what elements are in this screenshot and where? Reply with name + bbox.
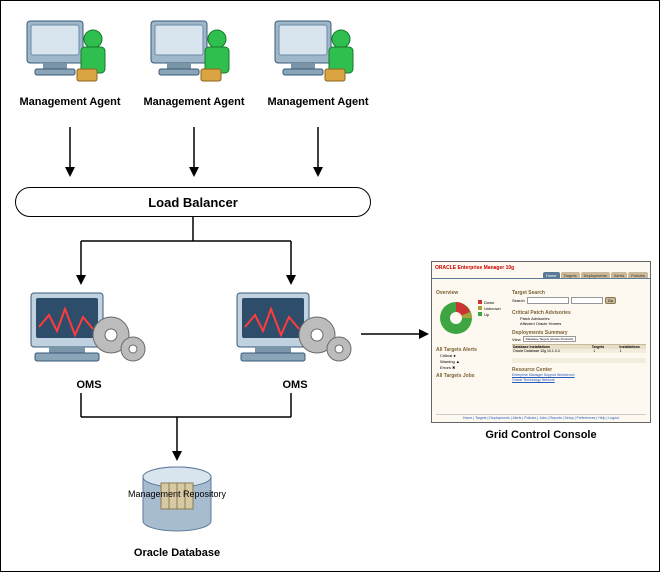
- arrow-lb-oms: [61, 217, 341, 287]
- console-footer: Home | Targets | Deployments | Alerts | …: [436, 414, 646, 420]
- search-input: [571, 297, 603, 304]
- target-search-title: Target Search: [512, 290, 646, 296]
- deploy-table: Database Installations Targets Installat…: [512, 344, 646, 363]
- diagram-canvas: Management Agent Management Agent Manage…: [0, 0, 660, 572]
- jobs-title: All Targets Jobs: [436, 373, 508, 379]
- status-legend: Down Unknown Up: [478, 300, 501, 318]
- overview-title: Overview: [436, 290, 508, 296]
- arrow-oms-db: [67, 393, 307, 463]
- console-overview: Overview Down Unknown Up All Targets Ale…: [436, 290, 508, 379]
- repository-label: Management Repository: [127, 489, 227, 499]
- search-dropdown: [527, 297, 569, 304]
- arrow-agent2-lb: [187, 127, 201, 177]
- go-button: Go: [605, 297, 616, 304]
- console-screenshot: ORACLE Enterprise Manager 10g Home Targe…: [431, 261, 651, 423]
- oms-icon-1: [25, 287, 153, 377]
- resource-link: Oracle Technology Network: [512, 378, 646, 383]
- arrow-agent1-lb: [63, 127, 77, 177]
- agent-label-3: Management Agent: [263, 96, 373, 108]
- arrow-oms-console: [361, 327, 429, 341]
- oms-label-1: OMS: [59, 379, 119, 391]
- database-icon: [137, 465, 217, 541]
- agent-icon-2: [145, 15, 243, 91]
- console-label: Grid Control Console: [431, 429, 651, 441]
- arrow-agent3-lb: [311, 127, 325, 177]
- table-row: [512, 358, 646, 363]
- load-balancer-label: Load Balancer: [148, 195, 238, 210]
- load-balancer-box: Load Balancer: [15, 187, 371, 217]
- agent-label-1: Management Agent: [15, 96, 125, 108]
- view-dropdown: Database Targets (Oracle Products): [523, 336, 577, 342]
- agent-icon-3: [269, 15, 367, 91]
- database-label: Oracle Database: [121, 547, 233, 559]
- oms-icon-2: [231, 287, 359, 377]
- console-right: Target Search Search Go Critical Patch A…: [512, 290, 646, 383]
- agent-label-2: Management Agent: [139, 96, 249, 108]
- console-brand: ORACLE Enterprise Manager 10g: [435, 265, 514, 271]
- pie-chart-icon: [436, 298, 476, 338]
- agent-icon-1: [21, 15, 119, 91]
- oms-label-2: OMS: [265, 379, 325, 391]
